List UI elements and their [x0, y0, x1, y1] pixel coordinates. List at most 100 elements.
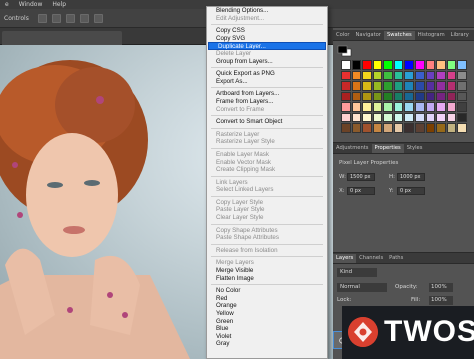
swatch[interactable]	[436, 112, 446, 122]
menu-item-quick-export-as-png[interactable]: Quick Export as PNG	[207, 70, 327, 78]
menu-item-convert-to-smart-object[interactable]: Convert to Smart Object	[207, 118, 327, 126]
swatch[interactable]	[341, 112, 351, 122]
swatch[interactable]	[457, 102, 467, 112]
swatch[interactable]	[404, 123, 415, 133]
more-options-icon[interactable]	[93, 13, 103, 23]
menu-item-artboard-from-layers[interactable]: Artboard from Layers...	[207, 90, 327, 98]
layer-filter-select[interactable]: Kind	[337, 268, 377, 277]
menu-item-red[interactable]: Red	[207, 295, 327, 303]
swatch[interactable]	[425, 123, 436, 133]
swatch[interactable]	[415, 112, 425, 122]
menu-item-green[interactable]: Green	[207, 318, 327, 326]
swatch[interactable]	[383, 60, 393, 70]
swatch[interactable]	[372, 112, 383, 122]
swatch[interactable]	[457, 70, 467, 80]
swatch[interactable]	[393, 123, 404, 133]
swatch[interactable]	[351, 112, 362, 122]
menu-item-group-from-layers[interactable]: Group from Layers...	[207, 58, 327, 66]
menu-item-flatten-image[interactable]: Flatten Image	[207, 275, 327, 283]
swatch[interactable]	[372, 91, 383, 101]
menu-item-blue[interactable]: Blue	[207, 325, 327, 333]
tab-paths[interactable]: Paths	[386, 254, 406, 263]
menu-help[interactable]: Help	[47, 0, 71, 9]
swatch[interactable]	[404, 91, 415, 101]
swatch[interactable]	[351, 123, 362, 133]
swatch[interactable]	[393, 81, 404, 91]
tab-library[interactable]: Library	[448, 31, 472, 40]
swatch[interactable]	[415, 123, 425, 133]
swatch[interactable]	[362, 60, 372, 70]
menu-item-export-as[interactable]: Export As...	[207, 78, 327, 86]
tab-properties[interactable]: Properties	[371, 144, 404, 153]
swatch[interactable]	[404, 102, 415, 112]
swatch[interactable]	[383, 102, 393, 112]
swatch[interactable]	[446, 112, 457, 122]
swatch[interactable]	[415, 60, 425, 70]
distribute-icon[interactable]	[79, 13, 89, 23]
swatch[interactable]	[436, 91, 446, 101]
swatch[interactable]	[383, 81, 393, 91]
swatch[interactable]	[341, 123, 351, 133]
swatch[interactable]	[415, 102, 425, 112]
menu-item-gray[interactable]: Gray	[207, 340, 327, 348]
swatch[interactable]	[372, 102, 383, 112]
swatch[interactable]	[383, 91, 393, 101]
menu-item-yellow[interactable]: Yellow	[207, 310, 327, 318]
menu-item-duplicate-layer[interactable]: Duplicate Layer...	[208, 42, 326, 50]
swatch[interactable]	[436, 70, 446, 80]
tab-swatches[interactable]: Swatches	[383, 31, 415, 40]
swatch[interactable]	[362, 81, 372, 91]
swatch[interactable]	[457, 81, 467, 91]
align-right-icon[interactable]	[65, 13, 75, 23]
swatch[interactable]	[341, 60, 351, 70]
tab-styles[interactable]: Styles	[404, 144, 426, 153]
swatch[interactable]	[362, 112, 372, 122]
swatch[interactable]	[351, 81, 362, 91]
swatch[interactable]	[393, 112, 404, 122]
swatch[interactable]	[457, 91, 467, 101]
menu-help-partial[interactable]: e	[0, 0, 14, 9]
foreground-background-icon[interactable]	[337, 45, 353, 57]
swatch[interactable]	[362, 102, 372, 112]
blend-mode-select[interactable]: Normal	[337, 283, 387, 292]
swatch[interactable]	[372, 70, 383, 80]
swatch[interactable]	[351, 102, 362, 112]
swatch[interactable]	[446, 123, 457, 133]
tab-histogram[interactable]: Histogram	[415, 31, 448, 40]
tab-channels[interactable]: Channels	[356, 254, 386, 263]
tab-navigator[interactable]: Navigator	[353, 31, 384, 40]
swatch[interactable]	[436, 102, 446, 112]
swatch[interactable]	[425, 81, 436, 91]
swatch[interactable]	[372, 81, 383, 91]
swatch[interactable]	[446, 60, 457, 70]
menu-item-copy-svg[interactable]: Copy SVG	[207, 35, 327, 43]
opacity-field[interactable]: 100%	[429, 283, 453, 292]
swatch[interactable]	[351, 60, 362, 70]
tab-color[interactable]: Color	[333, 31, 353, 40]
menu-item-frame-from-layers[interactable]: Frame from Layers...	[207, 98, 327, 106]
swatch[interactable]	[404, 70, 415, 80]
swatch[interactable]	[446, 102, 457, 112]
swatch[interactable]	[362, 123, 372, 133]
document-tab[interactable]	[2, 31, 122, 45]
swatch[interactable]	[436, 123, 446, 133]
swatch[interactable]	[446, 81, 457, 91]
menu-item-violet[interactable]: Violet	[207, 333, 327, 341]
menu-item-no-color[interactable]: No Color	[207, 287, 327, 295]
tab-adjustments[interactable]: Adjustments	[333, 144, 372, 153]
swatch[interactable]	[341, 91, 351, 101]
swatch[interactable]	[404, 112, 415, 122]
swatch[interactable]	[436, 81, 446, 91]
swatch[interactable]	[351, 91, 362, 101]
swatch[interactable]	[393, 102, 404, 112]
swatch[interactable]	[362, 91, 372, 101]
swatch[interactable]	[372, 60, 383, 70]
swatch[interactable]	[404, 81, 415, 91]
swatch[interactable]	[425, 60, 436, 70]
swatch[interactable]	[415, 81, 425, 91]
swatch[interactable]	[383, 112, 393, 122]
swatch[interactable]	[457, 60, 467, 70]
swatch[interactable]	[415, 70, 425, 80]
menu-item-blending-options[interactable]: Blending Options...	[207, 7, 327, 15]
swatch[interactable]	[446, 91, 457, 101]
